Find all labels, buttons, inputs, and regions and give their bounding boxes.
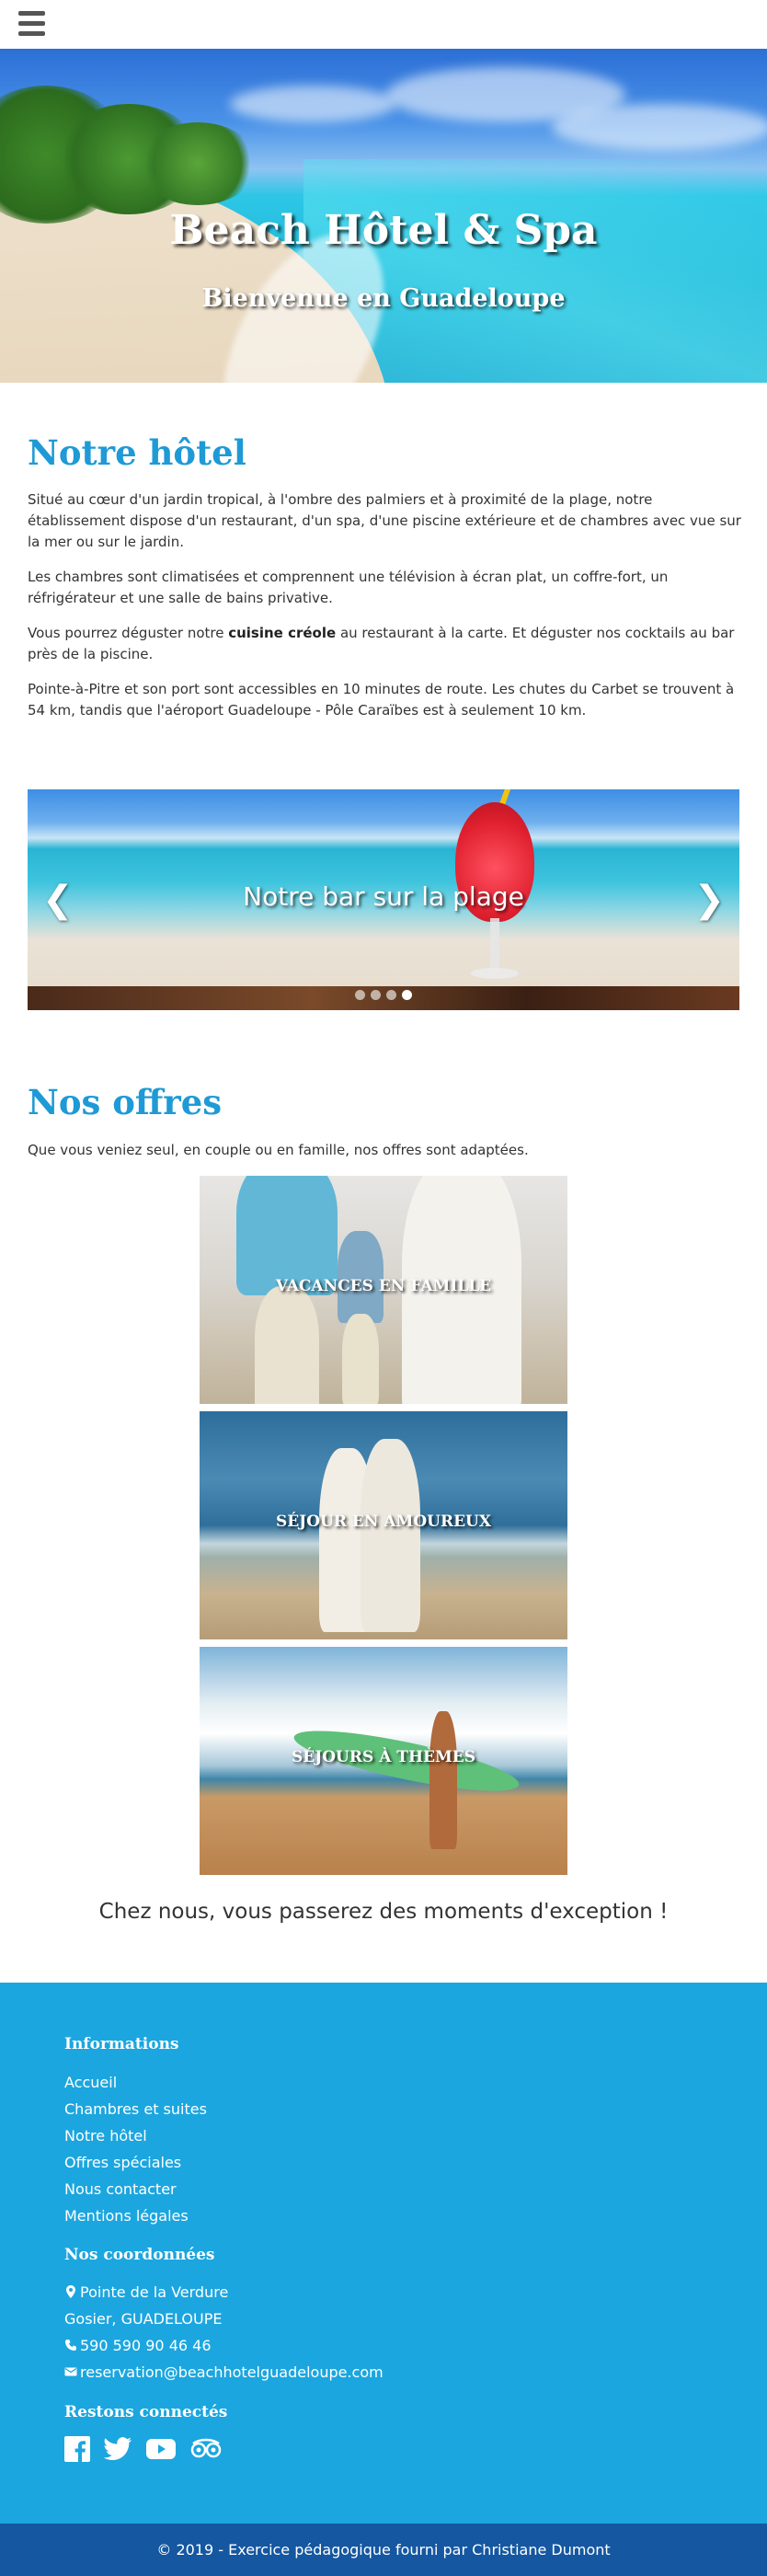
hero-title: Beach Hôtel & Spa <box>169 207 598 254</box>
phone-icon <box>65 2340 76 2351</box>
copyright: © 2019 - Exercice pédagogique fourni par… <box>0 2524 767 2576</box>
carousel-dot[interactable] <box>386 990 396 1000</box>
tagline: Chez nous, vous passerez des moments d'e… <box>98 1900 669 1924</box>
top-bar <box>0 0 767 49</box>
hotel-paragraph-1: Situé au cœur d'un jardin tropical, à l'… <box>28 491 741 550</box>
carousel-dot-active[interactable] <box>402 990 412 1000</box>
map-marker-icon <box>66 2285 75 2298</box>
footer-link-hotel[interactable]: Notre hôtel <box>64 2127 147 2145</box>
carousel-dot[interactable] <box>355 990 365 1000</box>
footer-address-line-2: Gosier, GUADELOUPE <box>64 2310 223 2328</box>
footer-link-accueil[interactable]: Accueil <box>64 2074 117 2091</box>
footer-social-heading: Restons connectés <box>64 2403 228 2421</box>
carousel: Notre bar sur la plage ❮ ❯ <box>28 789 739 1010</box>
hero-banner: Beach Hôtel & Spa Bienvenue en Guadeloup… <box>0 49 767 383</box>
offer-couple-card[interactable]: SÉJOUR EN AMOUREUX <box>200 1411 567 1639</box>
offer-themes-card[interactable]: SÉJOURS À THÈMES <box>200 1647 567 1875</box>
carousel-indicators <box>28 986 739 1004</box>
footer-link-offres[interactable]: Offres spéciales <box>64 2154 181 2171</box>
footer-link-chambres[interactable]: Chambres et suites <box>64 2100 207 2118</box>
offers-heading: Nos offres <box>28 1082 223 1122</box>
hero-subtitle: Bienvenue en Guadeloupe <box>201 284 566 313</box>
chevron-left-icon[interactable]: ❮ <box>42 881 74 918</box>
offers-intro: Que vous veniez seul, en couple ou en fa… <box>28 1142 529 1158</box>
offer-themes-label: SÉJOURS À THÈMES <box>291 1748 476 1766</box>
tripadvisor-icon[interactable] <box>189 2436 223 2462</box>
footer-phone: 590 590 90 46 46 <box>64 2337 212 2354</box>
youtube-icon[interactable] <box>145 2436 177 2462</box>
footer-email[interactable]: reservation@beachhotelguadeloupe.com <box>64 2363 384 2381</box>
footer-info-heading: Informations <box>64 2035 179 2053</box>
offer-couple-label: SÉJOUR EN AMOUREUX <box>275 1512 492 1531</box>
offer-family-label: VACANCES EN FAMILLE <box>275 1277 492 1295</box>
hamburger-menu-icon[interactable] <box>18 11 45 36</box>
twitter-icon[interactable] <box>103 2436 132 2462</box>
footer-link-mentions[interactable]: Mentions légales <box>64 2207 189 2225</box>
footer-link-contact[interactable]: Nous contacter <box>64 2180 177 2198</box>
offer-family-card[interactable]: VACANCES EN FAMILLE <box>200 1176 567 1404</box>
hotel-paragraph-2: Les chambres sont climatisées et compren… <box>28 569 669 606</box>
carousel-dot[interactable] <box>371 990 381 1000</box>
cuisine-creole-bold: cuisine créole <box>228 625 337 641</box>
footer-contact-heading: Nos coordonnées <box>64 2246 215 2264</box>
hotel-heading: Notre hôtel <box>28 432 246 473</box>
footer-address-line-1: Pointe de la Verdure <box>64 2283 228 2301</box>
hotel-paragraph-3: Vous pourrez déguster notre cuisine créo… <box>28 625 735 662</box>
hotel-paragraph-4: Pointe-à-Pitre et son port sont accessib… <box>28 681 735 719</box>
envelope-icon <box>64 2367 77 2376</box>
chevron-right-icon[interactable]: ❯ <box>693 881 725 918</box>
carousel-caption: Notre bar sur la plage <box>243 881 524 912</box>
facebook-icon[interactable] <box>64 2436 90 2462</box>
